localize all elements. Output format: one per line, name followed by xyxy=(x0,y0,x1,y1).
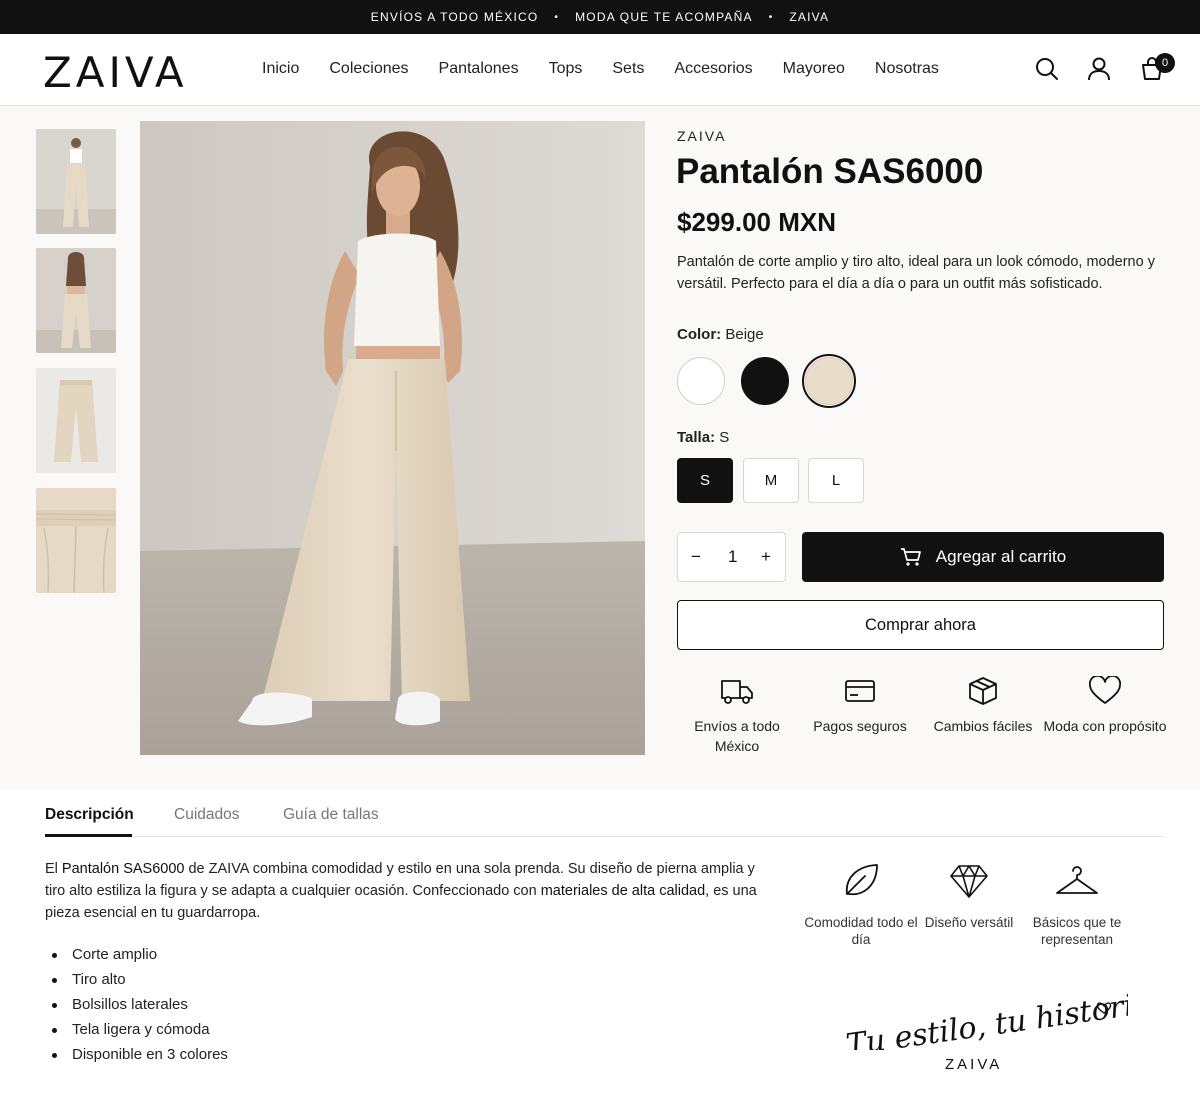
feature-easy-returns: Cambios fáciles xyxy=(918,676,1048,736)
color-selected-value: Beige xyxy=(725,326,764,343)
color-swatch-beige[interactable] xyxy=(805,357,853,405)
feature-label: Moda con propósito xyxy=(1043,718,1167,734)
search-icon[interactable] xyxy=(1034,56,1060,82)
quantity-value[interactable]: 1 xyxy=(728,547,737,567)
list-item: Disponible en 3 colores xyxy=(52,1042,228,1067)
color-swatch-white[interactable] xyxy=(677,357,725,405)
announcement-item: ZAIVA xyxy=(789,10,830,24)
product-price: $299.00 MXN xyxy=(677,207,836,237)
nav-item-inicio[interactable]: Inicio xyxy=(262,60,299,78)
nav-item-colecciones[interactable]: Coleciones xyxy=(329,60,408,78)
diamond-icon xyxy=(950,865,988,898)
size-selected-value: S xyxy=(719,429,730,446)
value-label: Comodidad todo el día xyxy=(804,915,918,947)
cart-icon xyxy=(900,548,921,566)
heart-icon xyxy=(1088,676,1122,704)
box-icon xyxy=(969,677,997,705)
product-thumbnail[interactable] xyxy=(36,248,116,353)
value-basics: Básicos que te representan xyxy=(1017,862,1137,948)
detail-text: El xyxy=(45,861,62,877)
truck-icon xyxy=(721,680,753,704)
tab-cuidados[interactable]: Cuidados xyxy=(174,806,240,824)
tab-guia-de-tallas[interactable]: Guía de tallas xyxy=(283,806,379,824)
nav-item-nosotras[interactable]: Nosotras xyxy=(875,60,939,78)
nav-item-pantalones[interactable]: Pantalones xyxy=(439,60,519,78)
value-comfort: Comodidad todo el día xyxy=(801,862,921,948)
credit-card-icon xyxy=(845,680,875,702)
list-item: Corte amplio xyxy=(52,942,228,967)
size-button-s[interactable]: S xyxy=(677,458,733,503)
announcement-item: ENVÍOS A TODO MÉXICO xyxy=(370,10,539,24)
quantity-increase-button[interactable]: + xyxy=(761,547,771,567)
leaf-icon xyxy=(845,864,878,896)
tabs-divider xyxy=(45,836,1164,837)
list-item: Tiro alto xyxy=(52,967,228,992)
quantity-stepper: − 1 + xyxy=(677,532,786,582)
value-label: Básicos que te representan xyxy=(1032,915,1122,947)
product-thumbnail[interactable] xyxy=(36,368,116,473)
tagline-script: Tu estilo, tu historia xyxy=(844,990,1128,1050)
active-tab-indicator xyxy=(45,834,132,837)
add-to-cart-button[interactable]: Agregar al carrito xyxy=(802,532,1164,582)
main-nav: Inicio Coleciones Pantalones Tops Sets A… xyxy=(262,60,969,78)
logo[interactable]: ZAIVA xyxy=(43,48,188,97)
feature-label: Pagos seguros xyxy=(813,718,907,734)
color-swatch-black[interactable] xyxy=(741,357,789,405)
list-item: Tela ligera y cómoda xyxy=(52,1017,228,1042)
list-item: Bolsillos laterales xyxy=(52,992,228,1017)
nav-item-accesorios[interactable]: Accesorios xyxy=(674,60,752,78)
size-label-row: Talla: S xyxy=(677,429,729,446)
announcement-separator: • xyxy=(554,11,560,23)
tagline-text: Tu estilo, tu historia xyxy=(844,990,1128,1050)
account-icon[interactable] xyxy=(1086,56,1112,82)
feature-shipping: Envíos a todo México xyxy=(672,676,802,756)
product-main-image[interactable] xyxy=(140,121,645,755)
feature-label: Envíos a todo México xyxy=(694,718,780,754)
product-brand: ZAIVA xyxy=(677,128,727,144)
feature-label: Cambios fáciles xyxy=(933,718,1033,734)
add-to-cart-label: Agregar al carrito xyxy=(935,547,1067,566)
detail-text-bold: materiales de alta calidad xyxy=(540,883,706,899)
detail-description: El Pantalón SAS6000 de ZAIVA combina com… xyxy=(45,858,775,924)
size-label: Talla: xyxy=(677,429,716,446)
tagline-brand: ZAIVA xyxy=(945,1056,1003,1073)
nav-item-sets[interactable]: Sets xyxy=(612,60,644,78)
announcement-bar: ENVÍOS A TODO MÉXICO • MODA QUE TE ACOMP… xyxy=(0,0,1200,34)
quantity-decrease-button[interactable]: − xyxy=(691,547,701,567)
product-thumbnail[interactable] xyxy=(36,488,116,593)
nav-item-mayoreo[interactable]: Mayoreo xyxy=(783,60,845,78)
buy-now-button[interactable]: Comprar ahora xyxy=(677,600,1164,650)
announcement-item: MODA QUE TE ACOMPAÑA xyxy=(575,10,753,24)
color-label-row: Color: Beige xyxy=(677,326,764,343)
value-label: Diseño versátil xyxy=(924,915,1014,930)
nav-item-tops[interactable]: Tops xyxy=(549,60,583,78)
tab-descripcion[interactable]: Descripción xyxy=(45,806,134,824)
announcement-separator: • xyxy=(768,11,774,23)
color-label: Color: xyxy=(677,326,722,343)
feature-secure-payments: Pagos seguros xyxy=(795,676,925,736)
feature-purpose: Moda con propósito xyxy=(1040,676,1170,736)
feature-bullet-list: Corte amplio Tiro alto Bolsillos lateral… xyxy=(52,942,228,1067)
cart-count-badge: 0 xyxy=(1155,53,1175,73)
product-description: Pantalón de corte amplio y tiro alto, id… xyxy=(677,254,1155,292)
size-button-l[interactable]: L xyxy=(808,458,864,503)
product-thumbnail[interactable] xyxy=(36,129,116,234)
product-title: Pantalón SAS6000 xyxy=(676,152,984,191)
hanger-icon xyxy=(1056,866,1098,894)
site-header: ZAIVA Inicio Coleciones Pantalones Tops … xyxy=(0,34,1200,106)
detail-text-bold: Pantalón SAS6000 xyxy=(61,861,185,877)
value-versatile: Diseño versátil xyxy=(909,862,1029,931)
size-button-m[interactable]: M xyxy=(743,458,799,503)
